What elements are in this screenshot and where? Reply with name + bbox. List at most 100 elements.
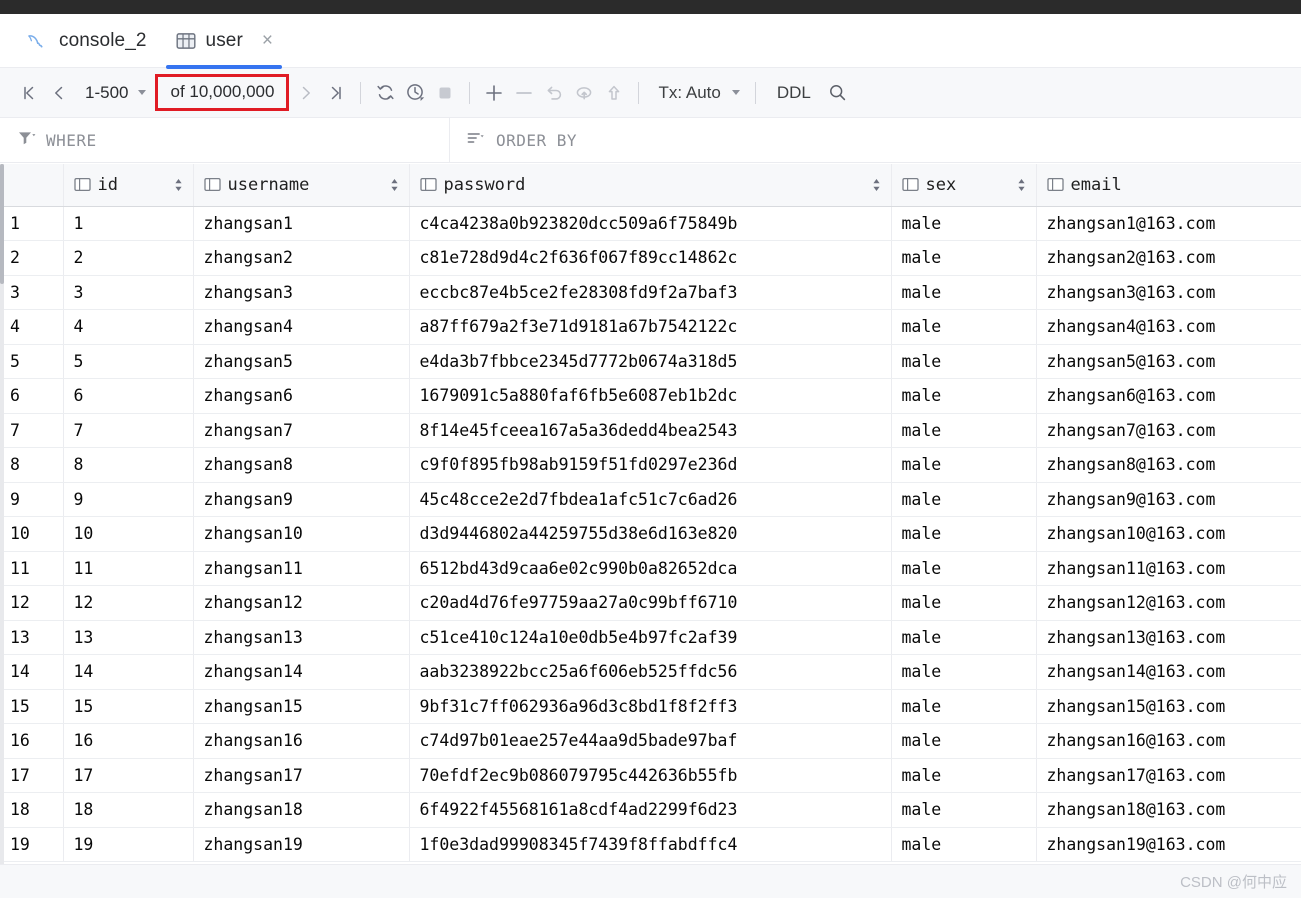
cell-password[interactable]: 1679091c5a880faf6fb5e6087eb1b2dc <box>409 378 892 414</box>
revert-icon[interactable] <box>539 76 569 110</box>
cell-sex[interactable]: male <box>891 723 1037 759</box>
tab-console_2[interactable]: console_2 <box>12 14 161 68</box>
rollback-icon[interactable] <box>569 76 599 110</box>
table-row[interactable]: 8 8 zhangsan8 c9f0f895fb98ab9159f51fd0297e2… <box>0 447 1301 483</box>
scrollbar-thumb[interactable] <box>0 164 4 284</box>
page-range-selector[interactable]: 1-500 <box>74 83 153 103</box>
cell-username[interactable]: zhangsan7 <box>193 413 410 448</box>
cell-id[interactable]: 6 <box>63 378 194 414</box>
delete-row-icon[interactable] <box>509 76 539 110</box>
table-row[interactable]: 13 13 zhangsan13 c51ce410c124a10e0db5e4b97f… <box>0 620 1301 655</box>
cell-username[interactable]: zhangsan8 <box>193 447 410 483</box>
column-header-password[interactable]: password <box>409 164 892 207</box>
cell-password[interactable]: 1f0e3dad99908345f7439f8ffabdffc4 <box>409 827 892 862</box>
vertical-scrollbar[interactable] <box>0 164 4 864</box>
prev-page-icon[interactable] <box>44 76 74 110</box>
cell-sex[interactable]: male <box>891 275 1037 310</box>
cell-id[interactable]: 11 <box>63 551 194 586</box>
cell-username[interactable]: zhangsan1 <box>193 206 410 241</box>
cell-id[interactable]: 1 <box>63 206 194 241</box>
cell-id[interactable]: 2 <box>63 240 194 276</box>
cell-sex[interactable]: male <box>891 758 1037 793</box>
cell-email[interactable]: zhangsan8@163.com <box>1036 447 1301 483</box>
sort-icon[interactable] <box>466 128 486 153</box>
cell-email[interactable]: zhangsan6@163.com <box>1036 378 1301 414</box>
cell-sex[interactable]: male <box>891 689 1037 724</box>
cell-username[interactable]: zhangsan18 <box>193 792 410 828</box>
cell-sex[interactable]: male <box>891 551 1037 586</box>
cell-username[interactable]: zhangsan9 <box>193 482 410 517</box>
cell-id[interactable]: 3 <box>63 275 194 310</box>
cell-username[interactable]: zhangsan6 <box>193 378 410 414</box>
table-row[interactable]: 15 15 zhangsan15 9bf31c7ff062936a96d3c8bd1f… <box>0 689 1301 724</box>
cell-password[interactable]: c81e728d9d4c2f636f067f89cc14862c <box>409 240 892 276</box>
cell-email[interactable]: zhangsan7@163.com <box>1036 413 1301 448</box>
cell-username[interactable]: zhangsan16 <box>193 723 410 759</box>
cell-email[interactable]: zhangsan1@163.com <box>1036 206 1301 241</box>
cell-id[interactable]: 4 <box>63 309 194 345</box>
search-icon[interactable] <box>823 76 853 110</box>
cell-sex[interactable]: male <box>891 792 1037 828</box>
next-page-icon[interactable] <box>291 76 321 110</box>
cell-sex[interactable]: male <box>891 240 1037 276</box>
table-row[interactable]: 2 2 zhangsan2 c81e728d9d4c2f636f067f89cc148… <box>0 240 1301 276</box>
cell-id[interactable]: 9 <box>63 482 194 517</box>
cell-password[interactable]: c74d97b01eae257e44aa9d5bade97baf <box>409 723 892 759</box>
cell-password[interactable]: 45c48cce2e2d7fbdea1afc51c7c6ad26 <box>409 482 892 517</box>
cell-password[interactable]: d3d9446802a44259755d38e6d163e820 <box>409 516 892 552</box>
cell-sex[interactable]: male <box>891 378 1037 414</box>
cell-username[interactable]: zhangsan15 <box>193 689 410 724</box>
cell-password[interactable]: e4da3b7fbbce2345d7772b0674a318d5 <box>409 344 892 379</box>
cell-email[interactable]: zhangsan9@163.com <box>1036 482 1301 517</box>
tab-user[interactable]: user × <box>161 14 287 69</box>
table-row[interactable]: 3 3 zhangsan3 eccbc87e4b5ce2fe28308fd9f2a7b… <box>0 275 1301 310</box>
cell-password[interactable]: eccbc87e4b5ce2fe28308fd9f2a7baf3 <box>409 275 892 310</box>
cell-email[interactable]: zhangsan10@163.com <box>1036 516 1301 552</box>
cell-id[interactable]: 19 <box>63 827 194 862</box>
transaction-mode-selector[interactable]: Tx: Auto <box>648 83 745 103</box>
cell-username[interactable]: zhangsan12 <box>193 585 410 621</box>
orderby-filter-input[interactable]: ORDER BY <box>450 118 1301 163</box>
cell-sex[interactable]: male <box>891 654 1037 690</box>
cell-password[interactable]: c4ca4238a0b923820dcc509a6f75849b <box>409 206 892 241</box>
cell-email[interactable]: zhangsan17@163.com <box>1036 758 1301 793</box>
table-row[interactable]: 16 16 zhangsan16 c74d97b01eae257e44aa9d5bad… <box>0 723 1301 759</box>
cell-password[interactable]: c51ce410c124a10e0db5e4b97fc2af39 <box>409 620 892 655</box>
table-row[interactable]: 6 6 zhangsan6 1679091c5a880faf6fb5e6087eb1b… <box>0 378 1301 414</box>
cell-email[interactable]: zhangsan18@163.com <box>1036 792 1301 828</box>
cell-sex[interactable]: male <box>891 827 1037 862</box>
cell-sex[interactable]: male <box>891 585 1037 621</box>
history-icon[interactable] <box>400 76 430 110</box>
cell-username[interactable]: zhangsan14 <box>193 654 410 690</box>
cell-id[interactable]: 12 <box>63 585 194 621</box>
add-row-icon[interactable] <box>479 76 509 110</box>
last-page-icon[interactable] <box>321 76 351 110</box>
sort-toggle-icon[interactable] <box>1017 177 1026 193</box>
cell-email[interactable]: zhangsan3@163.com <box>1036 275 1301 310</box>
first-page-icon[interactable] <box>14 76 44 110</box>
cell-sex[interactable]: male <box>891 413 1037 448</box>
cell-email[interactable]: zhangsan14@163.com <box>1036 654 1301 690</box>
cell-id[interactable]: 17 <box>63 758 194 793</box>
cell-password[interactable]: c9f0f895fb98ab9159f51fd0297e236d <box>409 447 892 483</box>
cell-id[interactable]: 5 <box>63 344 194 379</box>
cell-sex[interactable]: male <box>891 447 1037 483</box>
cell-email[interactable]: zhangsan19@163.com <box>1036 827 1301 862</box>
column-header-username[interactable]: username <box>193 164 410 207</box>
table-row[interactable]: 9 9 zhangsan9 45c48cce2e2d7fbdea1afc51c7c6a… <box>0 482 1301 517</box>
cell-username[interactable]: zhangsan17 <box>193 758 410 793</box>
cell-id[interactable]: 13 <box>63 620 194 655</box>
cell-username[interactable]: zhangsan4 <box>193 309 410 345</box>
cell-sex[interactable]: male <box>891 620 1037 655</box>
filter-icon[interactable] <box>16 128 36 153</box>
stop-icon[interactable] <box>430 76 460 110</box>
cell-username[interactable]: zhangsan19 <box>193 827 410 862</box>
cell-email[interactable]: zhangsan2@163.com <box>1036 240 1301 276</box>
cell-username[interactable]: zhangsan5 <box>193 344 410 379</box>
column-header-email[interactable]: email <box>1036 164 1301 207</box>
cell-password[interactable]: c20ad4d76fe97759aa27a0c99bff6710 <box>409 585 892 621</box>
cell-username[interactable]: zhangsan11 <box>193 551 410 586</box>
submit-icon[interactable] <box>599 76 629 110</box>
cell-email[interactable]: zhangsan4@163.com <box>1036 309 1301 345</box>
cell-password[interactable]: 8f14e45fceea167a5a36dedd4bea2543 <box>409 413 892 448</box>
